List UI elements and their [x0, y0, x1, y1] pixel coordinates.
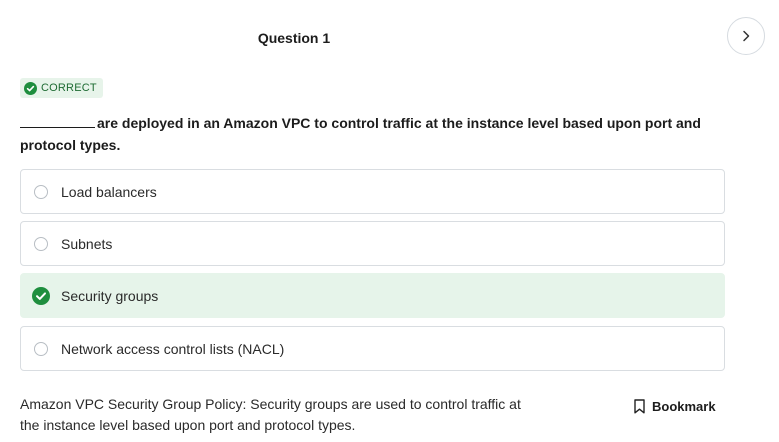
option-label: Subnets: [61, 235, 113, 252]
question-title: Question 1: [257, 30, 331, 46]
radio-unselected-icon: [34, 236, 48, 251]
bookmark-icon: [634, 399, 645, 414]
option-security-groups[interactable]: Security groups: [20, 273, 725, 318]
chevron-right-icon: [740, 30, 752, 42]
question-text: are deployed in an Amazon VPC to control…: [20, 112, 710, 156]
option-label: Load balancers: [61, 183, 157, 200]
option-label: Security groups: [61, 287, 159, 304]
option-label: Network access control lists (NACL): [61, 340, 285, 357]
option-subnets[interactable]: Subnets: [20, 221, 725, 266]
check-circle-icon: [24, 81, 37, 95]
option-load-balancers[interactable]: Load balancers: [20, 169, 725, 214]
option-nacl[interactable]: Network access control lists (NACL): [20, 326, 725, 371]
bookmark-button[interactable]: Bookmark: [634, 399, 716, 414]
answer-blank: [20, 114, 95, 128]
bookmark-label: Bookmark: [652, 399, 716, 414]
radio-unselected-icon: [34, 341, 48, 356]
explanation-text: Amazon VPC Security Group Policy: Securi…: [20, 396, 521, 433]
status-badge: CORRECT: [20, 78, 103, 98]
next-question-button[interactable]: [727, 17, 765, 55]
check-circle-icon: [32, 286, 50, 305]
radio-unselected-icon: [34, 184, 48, 199]
question-body: are deployed in an Amazon VPC to control…: [20, 115, 701, 153]
status-label: CORRECT: [41, 82, 97, 94]
